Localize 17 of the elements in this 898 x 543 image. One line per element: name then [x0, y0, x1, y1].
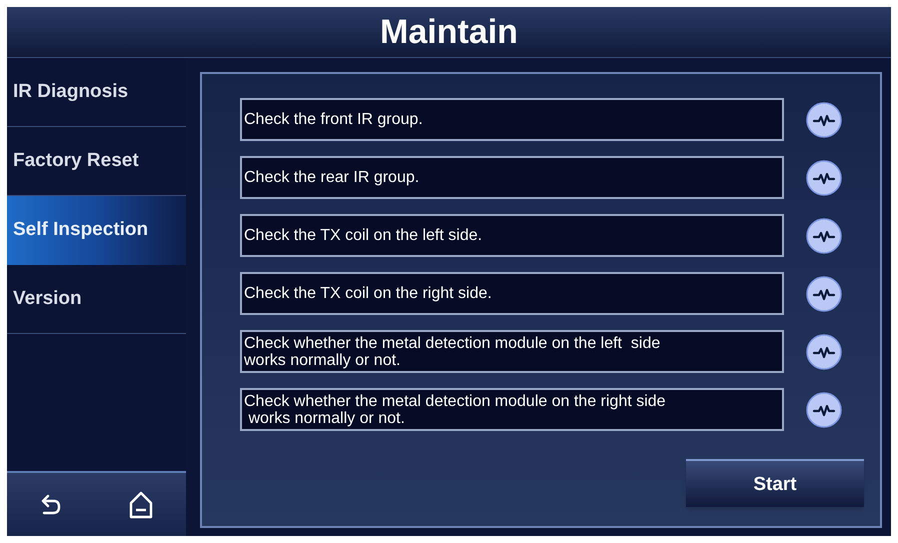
check-item: Check the front IR group. — [240, 98, 784, 141]
check-item: Check whether the metal detection module on the right side works normally or not. — [240, 388, 784, 431]
home-icon[interactable] — [128, 490, 153, 518]
pulse-icon[interactable] — [806, 102, 842, 138]
back-icon[interactable] — [40, 492, 62, 516]
check-item: Check the TX coil on the left side. — [240, 214, 784, 257]
check-item: Check the TX coil on the right side. — [240, 272, 784, 315]
pulse-icon[interactable] — [806, 160, 842, 196]
window-title: Maintain — [380, 15, 518, 49]
check-item: Check the rear IR group. — [240, 156, 784, 199]
pulse-icon[interactable] — [806, 334, 842, 370]
pulse-icon[interactable] — [806, 392, 842, 428]
sidebar-item[interactable]: Self Inspection — [7, 196, 186, 265]
start-button[interactable]: Start — [686, 459, 864, 507]
pulse-icon[interactable] — [806, 276, 842, 312]
check-item: Check whether the metal detection module on the left side works normally or not. — [240, 330, 784, 373]
pulse-icon[interactable] — [806, 218, 842, 254]
